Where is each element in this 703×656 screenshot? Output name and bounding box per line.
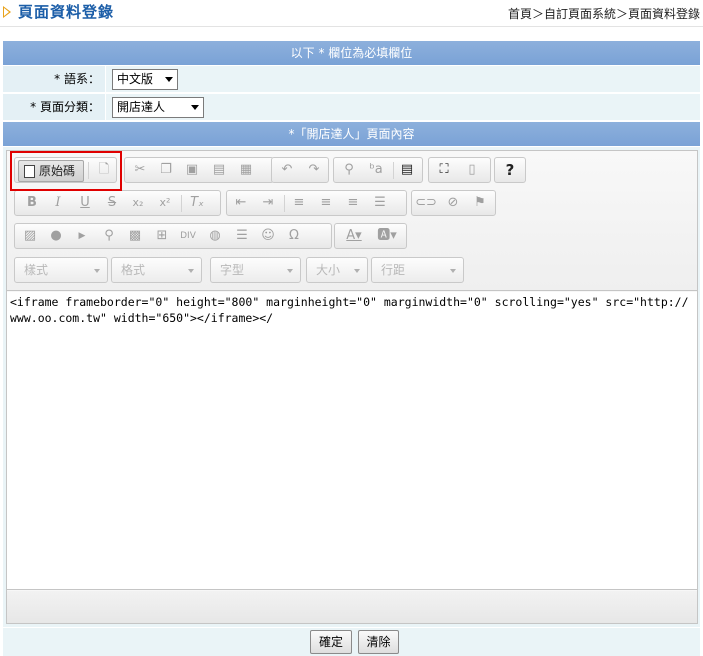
language-label: * 語系： [3, 66, 106, 92]
title-arrow-icon [3, 6, 11, 18]
chevron-down-icon [191, 105, 199, 110]
clear-button[interactable]: 清除 [358, 630, 399, 654]
superscript-icon[interactable]: x² [154, 193, 176, 213]
styles-combo[interactable]: 樣式 [14, 257, 108, 283]
text-color-icon[interactable]: A▾ [339, 226, 369, 246]
editor-container: 原始碼 🗋 ✂ ❐ ▣ ▤ ▦ ↶ ↷ ⚲ ᵇa ▤ ⛶ ▯ ? B I U S… [3, 147, 700, 627]
iframe-globe-icon[interactable]: ◍ [204, 226, 226, 246]
remove-format-icon[interactable]: Tₓ [186, 193, 208, 213]
language-select-value: 中文版 [117, 72, 154, 86]
chevron-down-icon [165, 77, 173, 82]
size-combo[interactable]: 大小 [306, 257, 368, 283]
map-pin-icon[interactable]: ⚲ [98, 226, 120, 246]
chevron-down-icon [287, 269, 293, 273]
view-group: ⛶ ▯ [428, 157, 491, 183]
undo-group: ↶ ↷ [271, 157, 329, 183]
maximize-icon[interactable]: ⛶ [433, 160, 455, 180]
breadcrumb: 首頁＞自訂頁面系統＞頁面資料登錄 [507, 7, 700, 21]
combo-row: 樣式 格式 字型 大小 行距 [7, 257, 697, 285]
smiley-icon[interactable]: ☺ [257, 226, 279, 246]
unlink-icon[interactable]: ⊘ [442, 193, 464, 213]
qrcode-icon[interactable]: ▩ [124, 226, 146, 246]
category-select-value: 開店達人 [117, 100, 166, 114]
line-height-combo[interactable]: 行距 [371, 257, 464, 283]
language-row: * 語系： 中文版 [3, 66, 700, 93]
show-blocks-icon[interactable]: ▯ [461, 160, 483, 180]
redo-icon[interactable]: ↷ [303, 160, 325, 180]
underline-icon[interactable]: U [74, 193, 96, 213]
image-icon[interactable]: ▨ [19, 226, 41, 246]
source-code-textarea[interactable]: <iframe frameborder="0" height="800" mar… [7, 292, 697, 590]
clipboard-group: ✂ ❐ ▣ ▤ ▦ [124, 157, 274, 183]
help-group: ? [494, 157, 526, 183]
size-combo-label: 大小 [316, 263, 341, 277]
basic-styles-group: B I U S x₂ x² Tₓ [14, 190, 221, 216]
chevron-down-icon [94, 269, 100, 273]
page-title: 頁面資料登錄 [18, 3, 115, 21]
youtube-icon[interactable]: ▶ [71, 226, 93, 246]
styles-combo-label: 樣式 [24, 263, 49, 277]
line-height-combo-label: 行距 [381, 263, 406, 277]
content-header-bar: *「開店達人」頁面內容 [3, 122, 700, 146]
find-group: ⚲ ᵇa ▤ [333, 157, 423, 183]
insert-group: ▨ ● ▶ ⚲ ▩ ⊞ DIV ◍ ☰ ☺ Ω [14, 223, 332, 249]
replace-icon[interactable]: ᵇa [365, 160, 387, 180]
color-group: A▾ 🅰▾ [334, 223, 407, 249]
flash-icon[interactable]: ● [45, 226, 67, 246]
category-row: * 頁面分類： 開店達人 [3, 94, 700, 121]
source-button-highlight [10, 151, 122, 191]
paragraph-group: ⇤ ⇥ ≡ ≡ ≡ ☰ [226, 190, 407, 216]
select-all-icon[interactable]: ▤ [396, 160, 418, 180]
cut-icon[interactable]: ✂ [129, 160, 151, 180]
paste-word-icon[interactable]: ▦ [235, 160, 257, 180]
table-icon[interactable]: ⊞ [151, 226, 173, 246]
align-left-icon[interactable]: ≡ [288, 193, 310, 213]
search-icon[interactable]: ⚲ [338, 160, 360, 180]
category-select[interactable]: 開店達人 [112, 97, 204, 118]
div-container-icon[interactable]: DIV [177, 226, 199, 246]
copy-icon[interactable]: ❐ [155, 160, 177, 180]
font-combo[interactable]: 字型 [210, 257, 301, 283]
link-group: ⊂⊃ ⊘ ⚑ [411, 190, 496, 216]
form-actions: 確定 清除 [3, 628, 700, 656]
indent-icon[interactable]: ⇥ [257, 193, 279, 213]
subscript-icon[interactable]: x₂ [127, 193, 149, 213]
required-note-bar: 以下 * 欄位為必填欄位 [3, 41, 700, 65]
undo-icon[interactable]: ↶ [276, 160, 298, 180]
strikethrough-icon[interactable]: S [101, 193, 123, 213]
outdent-icon[interactable]: ⇤ [230, 193, 252, 213]
help-icon[interactable]: ? [499, 160, 521, 180]
paste-icon[interactable]: ▣ [181, 160, 203, 180]
chevron-down-icon [450, 269, 456, 273]
rich-text-editor: 原始碼 🗋 ✂ ❐ ▣ ▤ ▦ ↶ ↷ ⚲ ᵇa ▤ ⛶ ▯ ? B I U S… [6, 150, 698, 624]
link-icon[interactable]: ⊂⊃ [415, 193, 437, 213]
anchor-flag-icon[interactable]: ⚑ [469, 193, 491, 213]
language-select[interactable]: 中文版 [112, 69, 178, 90]
category-label: * 頁面分類： [3, 94, 106, 120]
align-center-icon[interactable]: ≡ [315, 193, 337, 213]
special-char-icon[interactable]: Ω [283, 226, 305, 246]
bold-icon[interactable]: B [21, 193, 43, 213]
italic-icon[interactable]: I [47, 193, 69, 213]
page-header: 頁面資料登錄 首頁＞自訂頁面系統＞頁面資料登錄 [0, 0, 703, 27]
bg-color-icon[interactable]: 🅰▾ [372, 226, 402, 246]
horizontal-rule-icon[interactable]: ☰ [231, 226, 253, 246]
justify-icon[interactable]: ☰ [369, 193, 391, 213]
chevron-down-icon [354, 269, 360, 273]
font-combo-label: 字型 [220, 263, 245, 277]
format-combo-label: 格式 [121, 263, 146, 277]
format-combo[interactable]: 格式 [111, 257, 202, 283]
chevron-down-icon [188, 269, 194, 273]
paste-text-icon[interactable]: ▤ [208, 160, 230, 180]
align-right-icon[interactable]: ≡ [342, 193, 364, 213]
confirm-button[interactable]: 確定 [310, 630, 352, 654]
editor-status-bar [7, 591, 697, 623]
